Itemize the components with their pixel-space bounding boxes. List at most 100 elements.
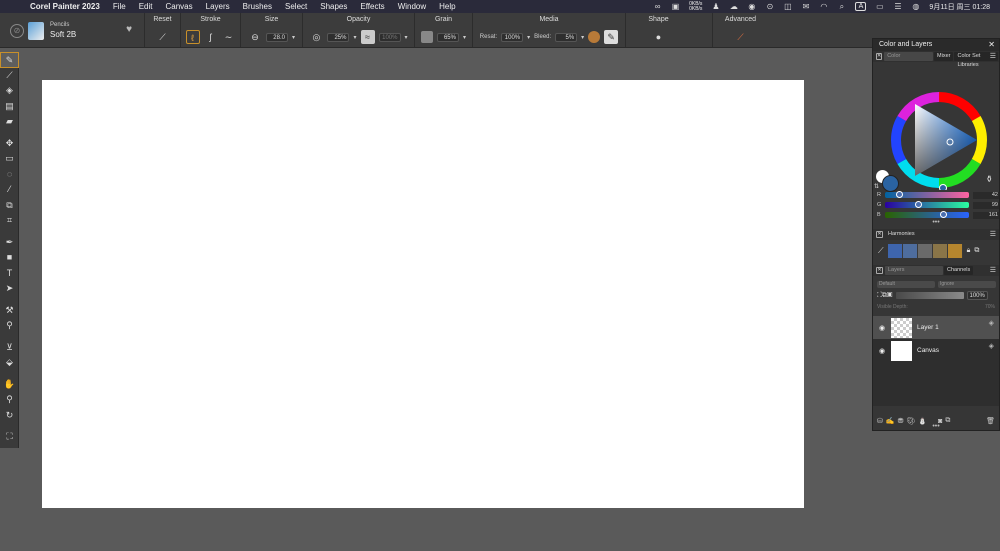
rectangle-shape-tool-icon[interactable]: ■: [0, 250, 19, 266]
harmony-swatch[interactable]: [917, 244, 933, 258]
mail-icon[interactable]: ✉: [801, 2, 810, 11]
grabber-tool-icon[interactable]: ✋: [0, 377, 19, 393]
navigator-tool-icon[interactable]: ⛶: [0, 429, 19, 445]
reset-brush-icon[interactable]: ⟋: [156, 30, 170, 44]
bleed-input[interactable]: 5%: [555, 32, 578, 42]
advanced-brush-icon[interactable]: ⟋: [734, 30, 748, 44]
stroke-options-icon[interactable]: ∼: [222, 30, 236, 44]
menu-window[interactable]: Window: [398, 2, 426, 11]
cloner-tool-icon[interactable]: ⚒: [0, 303, 19, 319]
magic-wand-tool-icon[interactable]: ⁄: [0, 182, 19, 198]
harmony-add-icon[interactable]: ⧉: [974, 247, 979, 255]
qq-icon[interactable]: ♟: [711, 2, 720, 11]
layer-visibility-eye-icon[interactable]: ◉: [873, 324, 891, 332]
bleed-dropdown-icon[interactable]: ▾: [581, 34, 584, 41]
gradient-tool-icon[interactable]: ▤: [0, 99, 19, 115]
grain-input[interactable]: 65%: [436, 32, 459, 42]
blue-slider[interactable]: [884, 211, 970, 218]
siri-icon[interactable]: ◍: [911, 2, 920, 11]
blue-value[interactable]: 161: [973, 211, 999, 219]
blue-slider-knob[interactable]: [939, 211, 947, 218]
layer-opacity-value[interactable]: 100%: [966, 291, 988, 300]
swap-colors-icon[interactable]: ⇅: [874, 183, 879, 190]
harmonies-tab-close-icon[interactable]: ✕: [876, 231, 883, 238]
brush-selector[interactable]: ⊘ Pencils Soft 2B ♥: [10, 16, 135, 45]
lasso-tool-icon[interactable]: ◌: [0, 167, 19, 183]
composite-method-select[interactable]: Default: [877, 281, 935, 288]
media-pen-icon[interactable]: ✎: [604, 30, 619, 44]
brush-lock-icon[interactable]: ⊘: [10, 23, 24, 38]
opacity-input[interactable]: 25%: [327, 32, 350, 42]
harmony-rule-icon[interactable]: ⟋: [878, 246, 884, 256]
red-slider[interactable]: [884, 191, 970, 198]
color-wheel[interactable]: [873, 62, 1000, 192]
red-slider-knob[interactable]: [895, 191, 903, 198]
paper-grain-icon[interactable]: [420, 31, 433, 43]
menubar-clock[interactable]: 9月11日 周三 01:28: [929, 2, 990, 12]
brush-tool-icon[interactable]: ✎: [0, 52, 19, 68]
control-center-icon[interactable]: ☰: [893, 2, 902, 11]
transform-tool-icon[interactable]: ⧉: [0, 198, 19, 214]
tab-mixer[interactable]: Mixer: [934, 52, 954, 61]
color-picker-icon[interactable]: ⚱: [985, 174, 993, 185]
harmony-swatch[interactable]: [932, 244, 948, 258]
tab-channels[interactable]: Channels: [944, 266, 974, 275]
menu-file[interactable]: File: [113, 2, 126, 11]
resat-input[interactable]: 100%: [501, 32, 524, 42]
opacity-secondary-dropdown-icon[interactable]: ▾: [405, 34, 408, 41]
menu-brushes[interactable]: Brushes: [243, 2, 272, 11]
brush-shape-icon[interactable]: ●: [652, 30, 666, 44]
straight-stroke-icon[interactable]: ʃ: [204, 30, 218, 44]
harmony-swatch[interactable]: [902, 244, 918, 258]
composite-depth-select[interactable]: Ignore: [938, 281, 996, 288]
menu-effects[interactable]: Effects: [360, 2, 384, 11]
layer-lock-icons[interactable]: ⛶⧉▣: [877, 292, 893, 300]
layers-tab-close-icon[interactable]: ✕: [876, 267, 883, 274]
rotate-page-tool-icon[interactable]: ↻: [0, 408, 19, 424]
pen-tool-icon[interactable]: ✒: [0, 235, 19, 251]
menu-shapes[interactable]: Shapes: [320, 2, 347, 11]
freehand-stroke-icon[interactable]: ℓ: [185, 30, 200, 44]
rectangular-selection-tool-icon[interactable]: ▭: [0, 151, 19, 167]
tab-color[interactable]: Color: [884, 52, 934, 61]
grain-dropdown-icon[interactable]: ▾: [463, 34, 466, 41]
green-slider[interactable]: [884, 201, 970, 208]
dropper-tool-icon[interactable]: ⟋: [0, 68, 19, 84]
layers-panel-resize-handle[interactable]: •••: [873, 423, 999, 431]
search-icon[interactable]: ⌕: [837, 2, 846, 11]
app-name-menu[interactable]: Corel Painter 2023: [30, 2, 100, 11]
color-panel-menu-icon[interactable]: ☰: [990, 51, 996, 62]
dab-color-icon[interactable]: [588, 31, 601, 43]
magnifier-tool-icon[interactable]: ⚲: [0, 392, 19, 408]
perspective-guide-tool-icon[interactable]: ⬙: [0, 355, 19, 371]
record-icon[interactable]: ◉: [747, 2, 756, 11]
tab-harmonies[interactable]: Harmonies: [885, 230, 918, 239]
harmonies-menu-icon[interactable]: ☰: [990, 229, 996, 240]
menu-layers[interactable]: Layers: [206, 2, 230, 11]
menu-canvas[interactable]: Canvas: [166, 2, 193, 11]
text-tool-icon[interactable]: T: [0, 266, 19, 282]
link-icon[interactable]: ∞: [653, 2, 662, 11]
app-tray-icon[interactable]: ▣: [671, 2, 680, 11]
layers-menu-icon[interactable]: ☰: [990, 265, 996, 276]
layer-visibility-eye-icon[interactable]: ◉: [873, 347, 891, 355]
size-dropdown-icon[interactable]: ▾: [292, 34, 295, 41]
tab-layers[interactable]: Layers: [885, 266, 943, 275]
mirror-painting-tool-icon[interactable]: ⊻: [0, 340, 19, 356]
panel-title-bar[interactable]: Color and Layers ✕: [873, 39, 999, 51]
opacity-dropdown-icon[interactable]: ▾: [353, 34, 356, 41]
harmony-swatch[interactable]: [947, 244, 963, 258]
size-input[interactable]: 28.0: [265, 32, 288, 42]
gamepad-icon[interactable]: ◫: [783, 2, 792, 11]
color-panel-resize-handle[interactable]: •••: [873, 219, 999, 227]
paint-bucket-tool-icon[interactable]: ◈: [0, 83, 19, 99]
green-value[interactable]: 99: [973, 201, 999, 209]
menu-select[interactable]: Select: [285, 2, 307, 11]
display-icon[interactable]: ▭: [875, 2, 884, 11]
layer-row-canvas[interactable]: ◉ Canvas ◈: [873, 339, 999, 362]
green-slider-knob[interactable]: [914, 201, 922, 208]
wechat-icon[interactable]: ☁: [729, 2, 738, 11]
drawing-canvas[interactable]: [42, 80, 804, 508]
menu-help[interactable]: Help: [439, 2, 455, 11]
eraser-tool-icon[interactable]: ▰: [0, 114, 19, 130]
